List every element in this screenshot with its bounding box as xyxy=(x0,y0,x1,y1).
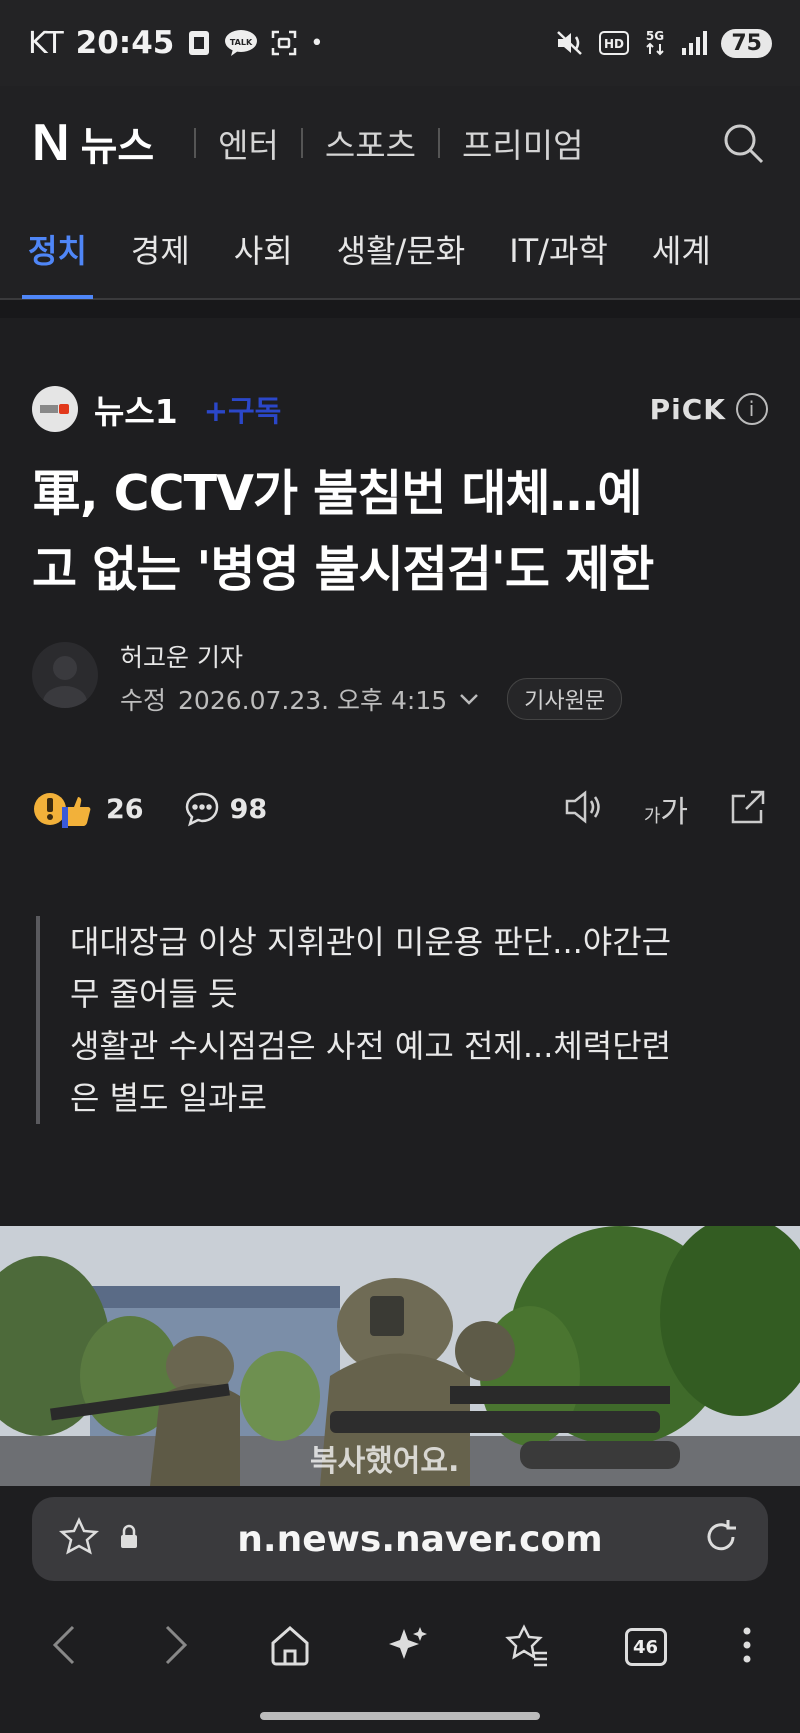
5g-icon: 5G xyxy=(643,28,667,58)
search-icon xyxy=(724,124,764,164)
comment-button[interactable]: 98 xyxy=(184,791,268,827)
nav-premium[interactable]: 프리미엄 xyxy=(462,119,583,167)
press-logo-icon[interactable] xyxy=(32,386,78,432)
gesture-bar[interactable] xyxy=(260,1712,540,1720)
summary-line: 생활관 수시점검은 사전 예고 전제...체력단련 xyxy=(70,1027,672,1065)
top-nav: 엔터 스포츠 프리미엄 xyxy=(172,119,583,167)
divider xyxy=(438,128,440,158)
chevron-right-icon xyxy=(166,1625,188,1665)
search-button[interactable] xyxy=(718,118,768,168)
category-tabs: 정치 경제 사회 생활/문화 IT/과학 세계 xyxy=(0,200,800,300)
star-list-icon xyxy=(505,1624,548,1667)
tab-it-science[interactable]: IT/과학 xyxy=(509,199,608,299)
share-icon xyxy=(731,790,765,824)
bookmark-star-button[interactable] xyxy=(58,1516,100,1562)
tab-politics[interactable]: 정치 xyxy=(22,199,93,299)
font-large-label: 가 xyxy=(660,795,688,830)
summary-line: 대대장급 이상 지휘관이 미운용 판단...야간근 xyxy=(70,923,672,961)
headline-line: 고 없는 '병영 불시점검'도 제한 xyxy=(32,541,654,598)
home-button[interactable] xyxy=(268,1623,312,1671)
headline-line: 軍, CCTV가 불침번 대체…예 xyxy=(32,465,643,522)
mute-icon xyxy=(555,29,585,57)
ai-sparkle-button[interactable] xyxy=(386,1623,430,1671)
url-text[interactable]: n.news.naver.com xyxy=(140,1519,700,1560)
more-vertical-icon xyxy=(743,1627,751,1663)
reaction-count: 26 xyxy=(106,793,144,825)
original-article-button[interactable]: 기사원문 xyxy=(507,678,623,720)
tts-button[interactable] xyxy=(564,789,604,829)
svg-text:HD: HD xyxy=(604,37,624,51)
section-divider xyxy=(0,300,800,318)
info-icon[interactable]: i xyxy=(736,393,768,425)
pick-badge: PiCK i xyxy=(650,393,768,426)
sim-icon xyxy=(186,29,212,57)
chevron-down-icon[interactable] xyxy=(459,687,479,712)
comment-icon xyxy=(185,792,218,827)
article-date: 2026.07.23. 오후 4:15 xyxy=(178,686,448,715)
pick-label: PiCK xyxy=(649,392,726,426)
article-headline: 軍, CCTV가 불침번 대체…예 고 없는 '병영 불시점검'도 제한 xyxy=(32,456,772,608)
svg-text:TALK: TALK xyxy=(230,38,253,47)
battery-indicator: 75 xyxy=(721,28,772,58)
summary-line: 은 별도 일과로 xyxy=(70,1079,267,1117)
reporter-name[interactable]: 허고운 기자 xyxy=(120,638,243,674)
star-icon xyxy=(58,1516,100,1555)
tabs-button[interactable]: 46 xyxy=(624,1628,667,1666)
back-button[interactable] xyxy=(47,1623,83,1671)
subscribe-button[interactable]: +구독 xyxy=(204,388,282,430)
tab-economy[interactable]: 경제 xyxy=(131,199,190,299)
news-home-link[interactable]: 뉴스 xyxy=(81,114,155,172)
reload-button[interactable] xyxy=(700,1516,742,1562)
kakaotalk-icon: TALK xyxy=(224,29,258,57)
tab-world[interactable]: 세계 xyxy=(652,199,711,299)
home-icon xyxy=(271,1625,309,1666)
date-prefix: 수정 xyxy=(120,686,167,715)
signal-icon xyxy=(681,30,708,56)
nav-sports[interactable]: 스포츠 xyxy=(325,119,416,167)
chevron-left-icon xyxy=(53,1625,75,1665)
font-size-button[interactable]: 가가 xyxy=(644,787,688,831)
reload-icon xyxy=(707,1520,736,1551)
tab-society[interactable]: 사회 xyxy=(234,199,293,299)
forward-button[interactable] xyxy=(157,1623,193,1671)
bookmarks-button[interactable] xyxy=(504,1623,550,1671)
share-button[interactable] xyxy=(728,788,768,830)
reaction-button[interactable]: 26 xyxy=(32,789,144,829)
comment-count: 98 xyxy=(229,793,268,825)
address-bar[interactable]: n.news.naver.com xyxy=(32,1497,768,1581)
divider xyxy=(300,128,303,158)
font-small-label: 가 xyxy=(643,806,661,827)
tab-life-culture[interactable]: 생활/문화 xyxy=(337,199,466,299)
menu-button[interactable] xyxy=(741,1625,753,1669)
clock: 20:45 xyxy=(75,25,175,61)
speaker-icon xyxy=(565,790,600,824)
screenshot-icon xyxy=(270,29,298,57)
nav-entertainment[interactable]: 엔터 xyxy=(218,119,279,167)
summary-line: 무 줄어들 듯 xyxy=(70,975,238,1013)
copied-toast: 복사했어요. xyxy=(310,1444,460,1479)
lock-icon xyxy=(118,1523,140,1555)
naver-logo[interactable]: N xyxy=(32,113,70,173)
status-bar: KT 20:45 TALK • HD 5G 75 xyxy=(0,0,800,86)
reporter-avatar[interactable] xyxy=(32,642,98,708)
press-row: 뉴스1 +구독 PiCK i xyxy=(32,386,768,432)
article-summary: 대대장급 이상 지휘관이 미운용 판단...야간근 무 줄어들 듯 생활관 수시… xyxy=(36,916,772,1124)
notification-dot-icon: • xyxy=(310,30,324,56)
dateline: 수정 2026.07.23. 오후 4:15 기사원문 xyxy=(120,678,623,720)
news-header: N 뉴스 엔터 스포츠 프리미엄 xyxy=(0,86,800,200)
browser-toolbar: 46 xyxy=(0,1600,800,1694)
sparkle-icon xyxy=(388,1627,427,1659)
svg-text:5G: 5G xyxy=(646,29,664,43)
reaction-emoji-icon xyxy=(34,793,91,828)
press-name[interactable]: 뉴스1 xyxy=(94,385,178,433)
action-row: 26 98 가가 xyxy=(32,784,768,834)
byline: 허고운 기자 수정 2026.07.23. 오후 4:15 기사원문 xyxy=(32,638,768,720)
hd-icon: HD xyxy=(599,31,630,55)
carrier-label: KT xyxy=(28,25,64,61)
divider xyxy=(194,128,197,158)
